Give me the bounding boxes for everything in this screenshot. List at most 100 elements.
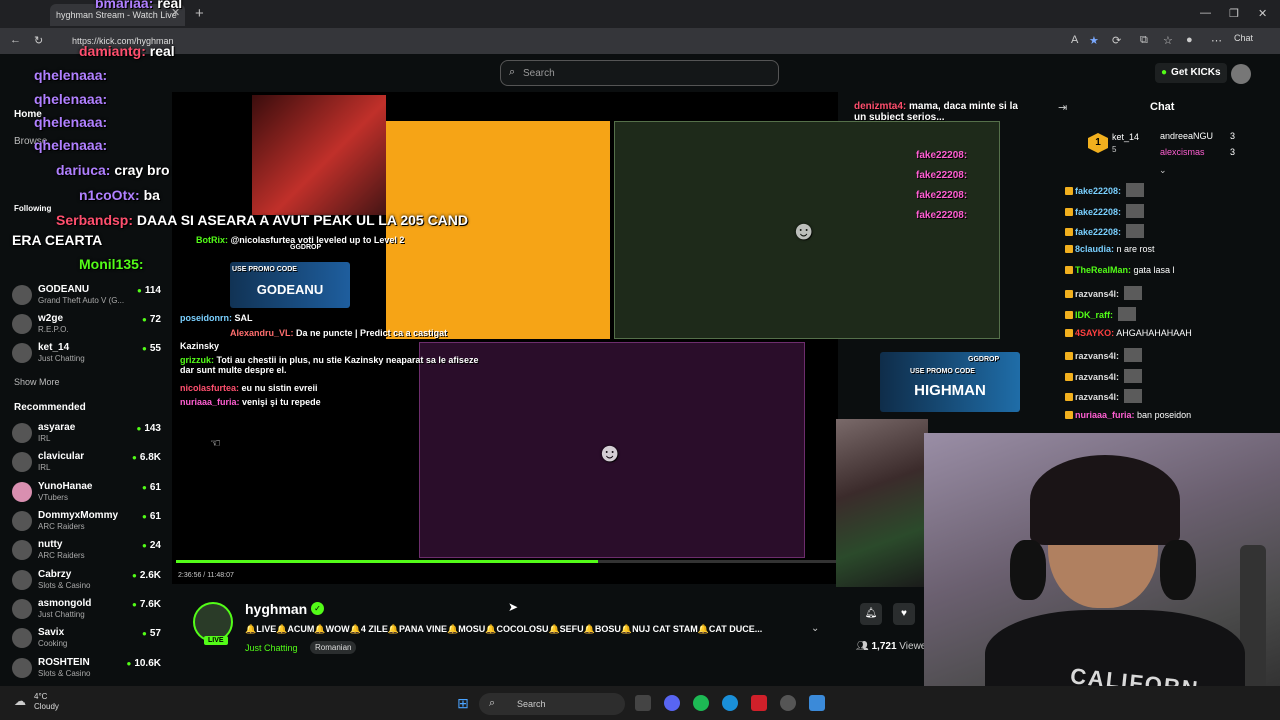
task-view-icon[interactable] bbox=[635, 695, 651, 711]
app-icon[interactable] bbox=[780, 695, 796, 711]
channel-category: VTubers bbox=[38, 493, 68, 502]
overlay-chat-line: Serbandsp: DAAA SI ASEARA A AVUT PEAK UL… bbox=[56, 212, 468, 228]
viewer-count: ● 57 bbox=[142, 628, 161, 639]
channel-name: Savix bbox=[38, 627, 65, 638]
search-input[interactable]: ⌕ Search bbox=[500, 60, 779, 86]
sidebar-item-asmongold[interactable]: asmongold Just Chatting ● 7.6K bbox=[12, 597, 167, 625]
windows-start-icon[interactable]: ⊞ bbox=[455, 695, 471, 711]
overlay-chat-line: denizmta4: mama, daca minte si la un sub… bbox=[854, 101, 1024, 123]
chevron-down-icon[interactable]: ⌄ bbox=[1159, 165, 1167, 176]
chevron-down-icon[interactable]: ⌄ bbox=[811, 623, 819, 634]
get-kicks-button[interactable]: ● Get KICKs bbox=[1155, 63, 1227, 83]
viewer-count: ● 2.6K bbox=[132, 570, 161, 581]
chat-username[interactable]: IDK_raff: bbox=[1075, 310, 1113, 320]
menu-dots-icon[interactable]: ⋯ bbox=[1211, 34, 1222, 47]
taskbar-search[interactable]: ⌕ Search bbox=[479, 693, 625, 715]
overlay-chat-user: Monil135: bbox=[79, 256, 144, 272]
recommended-heading: Recommended bbox=[14, 402, 86, 413]
channel-name: YunoHanae bbox=[38, 481, 93, 492]
chat-username[interactable]: 8claudia: bbox=[1075, 244, 1114, 254]
live-dot-icon: ● bbox=[142, 541, 147, 550]
profile-icon[interactable]: ● bbox=[1186, 34, 1193, 46]
sidebar-item-ket14[interactable]: ket_14 Just Chatting ● 55 bbox=[12, 341, 167, 369]
video-progress-bar[interactable] bbox=[176, 560, 836, 563]
chat-username[interactable]: fake22208: bbox=[1075, 186, 1121, 196]
back-icon[interactable]: ← bbox=[10, 34, 21, 46]
notification-bell-button[interactable]: 🔔︎ bbox=[860, 603, 882, 625]
chat-username[interactable]: fake22208: bbox=[1075, 207, 1121, 217]
favorites-icon[interactable]: ☆ bbox=[1163, 34, 1173, 47]
stream-category-link[interactable]: Just Chatting bbox=[245, 643, 298, 653]
chat-username[interactable]: razvans4l: bbox=[1075, 351, 1119, 361]
minimize-icon[interactable]: — bbox=[1200, 7, 1211, 19]
chat-text: ban poseidon bbox=[1137, 410, 1192, 420]
stream-chat-line: nicolasfurtea: eu nu sistin evreii bbox=[180, 383, 318, 393]
stream-chat-text: Da ne puncte | Predict ca a castigat bbox=[296, 328, 448, 338]
chat-username[interactable]: nuriaaa_furia: bbox=[1075, 410, 1135, 420]
taskbar-search-placeholder: Search bbox=[517, 699, 546, 709]
edge-icon[interactable] bbox=[722, 695, 738, 711]
read-aloud-icon[interactable]: A bbox=[1071, 34, 1078, 46]
sidebar-item-nutty[interactable]: nutty ARC Raiders ● 24 bbox=[12, 538, 167, 566]
chat-username[interactable]: fake22208: bbox=[1075, 227, 1121, 237]
user-avatar[interactable] bbox=[1231, 64, 1251, 84]
stream-chat-line: BotRix: @nicolasfurtea voti leveled up t… bbox=[196, 235, 416, 245]
subscriber-badge-icon bbox=[1065, 245, 1073, 253]
new-tab-icon[interactable]: + bbox=[195, 5, 204, 22]
chat-message: razvans4l: bbox=[1065, 348, 1142, 362]
channel-name: ket_14 bbox=[38, 342, 70, 353]
chat-username[interactable]: razvans4l: bbox=[1075, 372, 1119, 382]
maximize-icon[interactable]: ❐ bbox=[1229, 7, 1239, 20]
app-icon[interactable] bbox=[751, 695, 767, 711]
chat-username[interactable]: TheRealMan: bbox=[1075, 265, 1131, 275]
streamer-name[interactable]: hyghman bbox=[245, 601, 307, 617]
chat-username[interactable]: razvans4l: bbox=[1075, 289, 1119, 299]
puzzle-icon[interactable]: ⧉ bbox=[1140, 34, 1148, 47]
headphones-icon bbox=[1010, 540, 1046, 600]
sidebar-item-cabrzy[interactable]: Cabrzy Slots & Casino ● 2.6K bbox=[12, 568, 167, 596]
channel-category: R.E.P.O. bbox=[38, 325, 69, 334]
stream-chat-line: Alexandru_VL: Da ne puncte | Predict ca … bbox=[230, 328, 447, 338]
favorite-star-icon[interactable]: ★ bbox=[1089, 34, 1099, 47]
channel-category: IRL bbox=[38, 463, 51, 472]
spotify-icon[interactable] bbox=[693, 695, 709, 711]
overlay-chat-user: qhelenaaa: bbox=[34, 91, 108, 107]
sidebar-item-dommyxmommy[interactable]: DommyxMommy ARC Raiders ● 61 bbox=[12, 509, 167, 537]
weather-widget[interactable]: 4°C Cloudy bbox=[34, 692, 59, 712]
stream-chat-text: SAL bbox=[234, 313, 253, 323]
sidebar-item-savix[interactable]: Savix Cooking ● 57 bbox=[12, 626, 167, 654]
video-progress-fill bbox=[176, 560, 599, 563]
search-placeholder: Search bbox=[523, 68, 555, 79]
avatar bbox=[12, 343, 32, 363]
facecam-hair bbox=[1030, 455, 1180, 545]
refresh-icon[interactable]: ↻ bbox=[34, 34, 43, 47]
viewer-count: ● 55 bbox=[142, 343, 161, 354]
stream-chat-user: nicolasfurtea: bbox=[180, 383, 240, 393]
stream-chat-text: @nicolasfurtea voti leveled up to Level … bbox=[230, 235, 405, 245]
avatar bbox=[12, 423, 32, 443]
discord-icon[interactable] bbox=[664, 695, 680, 711]
sidebar-item-asyarae[interactable]: asyarae IRL ● 143 bbox=[12, 421, 167, 449]
sidebar-item-yunohanae[interactable]: YunoHanae VTubers ● 61 bbox=[12, 480, 167, 508]
follow-heart-button[interactable]: ♥ bbox=[893, 603, 915, 625]
app-icon[interactable] bbox=[809, 695, 825, 711]
chat-username[interactable]: 4SAYKO: bbox=[1075, 328, 1114, 338]
copilot-chat-button[interactable]: Chat bbox=[1234, 33, 1253, 43]
chat-username[interactable]: razvans4l: bbox=[1075, 392, 1119, 402]
sidebar-item-clavicular[interactable]: clavicular IRL ● 6.8K bbox=[12, 450, 167, 478]
sidebar-item-godeanu[interactable]: GODEANU Grand Theft Auto V (G... ● 114 bbox=[12, 283, 167, 311]
language-tag[interactable]: Romanian bbox=[310, 641, 357, 654]
viewer-count: ● 7.6K bbox=[132, 599, 161, 610]
show-more-link[interactable]: Show More bbox=[14, 377, 60, 387]
chat-text: gata lasa l bbox=[1133, 265, 1175, 275]
live-badge: LIVE bbox=[204, 636, 228, 645]
discord-avatar-icon: ☻ bbox=[596, 437, 624, 467]
collapse-chat-icon[interactable]: ⇥ bbox=[1058, 101, 1067, 114]
close-window-icon[interactable]: ✕ bbox=[1258, 7, 1267, 20]
avatar bbox=[12, 452, 32, 472]
sidebar-item-w2ge[interactable]: w2ge R.E.P.O. ● 72 bbox=[12, 312, 167, 340]
extension-icon[interactable]: ⟳ bbox=[1112, 34, 1121, 47]
cursor-icon: ☜ bbox=[210, 436, 221, 450]
overlay-chat-text: cray bro bbox=[114, 162, 170, 178]
sidebar-item-roshtein[interactable]: ROSHTEIN Slots & Casino ● 10.6K bbox=[12, 656, 167, 684]
